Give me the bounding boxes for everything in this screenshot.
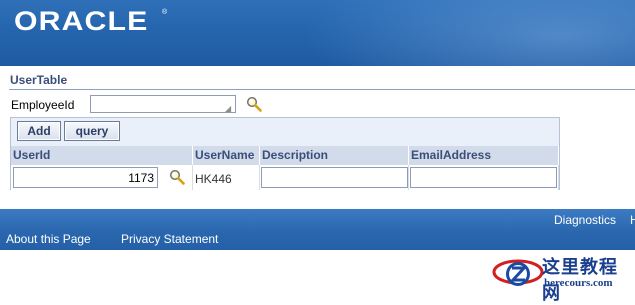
- username-cell: HK446: [193, 165, 260, 190]
- diagnostics-link[interactable]: Diagnostics: [554, 213, 616, 227]
- search-icon[interactable]: [169, 169, 185, 185]
- description-input[interactable]: [261, 167, 408, 188]
- watermark-url-text: herecours.com: [544, 277, 613, 289]
- employee-id-input[interactable]: [90, 95, 236, 113]
- employee-id-label: EmployeeId: [11, 98, 75, 112]
- header-glow: [300, 0, 635, 66]
- about-this-page-link[interactable]: About this Page: [6, 232, 91, 246]
- table-row: [11, 165, 193, 190]
- userid-input[interactable]: [13, 167, 158, 188]
- username-value: HK446: [195, 172, 232, 186]
- footer-link-truncated[interactable]: H: [630, 213, 635, 227]
- column-header-username: UserName: [193, 146, 260, 165]
- footer-bar: Diagnostics H About this Page Privacy St…: [0, 209, 635, 250]
- trademark-mark: ®: [162, 9, 168, 16]
- column-header-userid: UserId: [11, 146, 193, 165]
- emailaddress-cell: [409, 165, 559, 190]
- column-header-emailaddress: EmailAddress: [409, 146, 559, 165]
- header-bar: ORACLE ®: [0, 0, 635, 66]
- user-table: Add query UserId UserName Description Em…: [10, 117, 560, 190]
- resize-grip-icon: ◢: [225, 104, 232, 113]
- emailaddress-input[interactable]: [410, 167, 557, 188]
- privacy-statement-link[interactable]: Privacy Statement: [121, 232, 218, 246]
- add-button[interactable]: Add: [17, 121, 61, 141]
- region-divider: [9, 89, 635, 90]
- table-toolbar: Add query: [11, 118, 559, 145]
- query-button[interactable]: query: [64, 121, 120, 141]
- description-cell: [260, 165, 409, 190]
- oracle-logo: ORACLE: [14, 6, 149, 36]
- region-title: UserTable: [10, 73, 68, 87]
- search-icon[interactable]: [246, 96, 262, 112]
- column-header-description: Description: [260, 146, 409, 165]
